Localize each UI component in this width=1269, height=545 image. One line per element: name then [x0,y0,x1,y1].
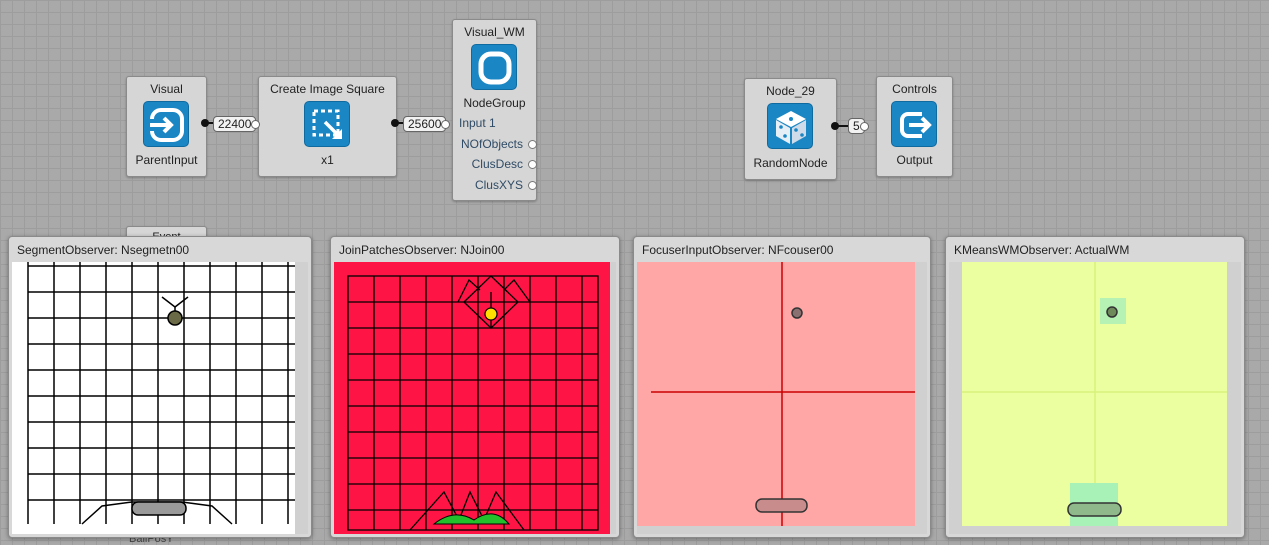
connection-value-22400[interactable]: 22400 [213,116,261,132]
clusxys-port-icon[interactable] [528,181,537,190]
visual-wm-input-port-icon[interactable] [441,120,451,129]
connection-value-25600[interactable]: 25600 [403,116,451,132]
segment-observer-title: SegmentObserver: Nsegmetn00 [17,243,190,257]
dice-icon [767,103,813,149]
visual-wm-subtitle: NodeGroup [463,96,526,110]
node-29[interactable]: Node_29 RandomNode [744,78,837,180]
segment-grid-image [27,262,308,534]
visual-node-title: Visual [150,82,183,96]
connection-value-25600-label: 25600 [408,117,442,131]
kmeans-image [949,262,1241,534]
output-icon [891,101,937,147]
image-resize-icon [304,101,350,147]
join-patches-observer-window[interactable]: JoinPatchesObserver: NJoin00 [330,236,620,538]
join-grid-image [334,262,616,534]
clusdesc-port-icon[interactable] [528,160,537,169]
visual-wm-node[interactable]: Visual_WM NodeGroup Input 1 NOfObjects C… [452,19,537,201]
visual-wm-output-clusxys[interactable]: ClusXYS [475,178,523,192]
controls-title: Controls [892,82,937,96]
controls-node[interactable]: Controls Output [876,76,953,177]
visual-wm-output-nofobjects[interactable]: NOfObjects [461,137,523,151]
connection-value-5-label: 5 [853,119,860,133]
create-image-square-title: Create Image Square [270,82,385,96]
connection-value-22400-label: 22400 [218,117,252,131]
focuser-input-observer-canvas [637,262,927,534]
visual-node[interactable]: Visual ParentInput [126,76,207,177]
join-patches-observer-title: JoinPatchesObserver: NJoin00 [339,243,505,257]
join-patches-observer-canvas [334,262,616,534]
create-image-square-subtitle: x1 [321,153,334,167]
focuser-image [637,262,927,534]
node-29-title: Node_29 [766,84,815,98]
visual-wm-title: Visual_WM [464,25,525,39]
kmeans-wm-observer-title: KMeansWMObserver: ActualWM [954,243,1130,257]
node-29-subtitle: RandomNode [753,156,828,170]
visual-node-subtitle: ParentInput [135,153,198,167]
controls-input-port[interactable] [859,122,869,131]
segment-observer-canvas [12,262,308,534]
kmeans-wm-observer-canvas [949,262,1241,534]
parent-input-icon [143,101,189,147]
controls-subtitle: Output [896,153,933,167]
nofobjects-port-icon[interactable] [528,140,537,149]
create-image-square-node[interactable]: Create Image Square x1 [258,76,397,177]
focuser-input-observer-title: FocuserInputObserver: NFcouser00 [642,243,834,257]
visual-wm-output-clusdesc[interactable]: ClusDesc [472,157,523,171]
connection-value-5[interactable]: 5 [848,118,869,134]
node-group-icon [471,44,517,90]
visual-wm-input-port[interactable]: Input 1 [459,116,496,130]
segment-observer-window[interactable]: SegmentObserver: Nsegmetn00 [8,236,312,538]
focuser-input-observer-window[interactable]: FocuserInputObserver: NFcouser00 [633,236,931,538]
wire-node29-controls [835,125,849,127]
kmeans-wm-observer-window[interactable]: KMeansWMObserver: ActualWM [945,236,1245,538]
